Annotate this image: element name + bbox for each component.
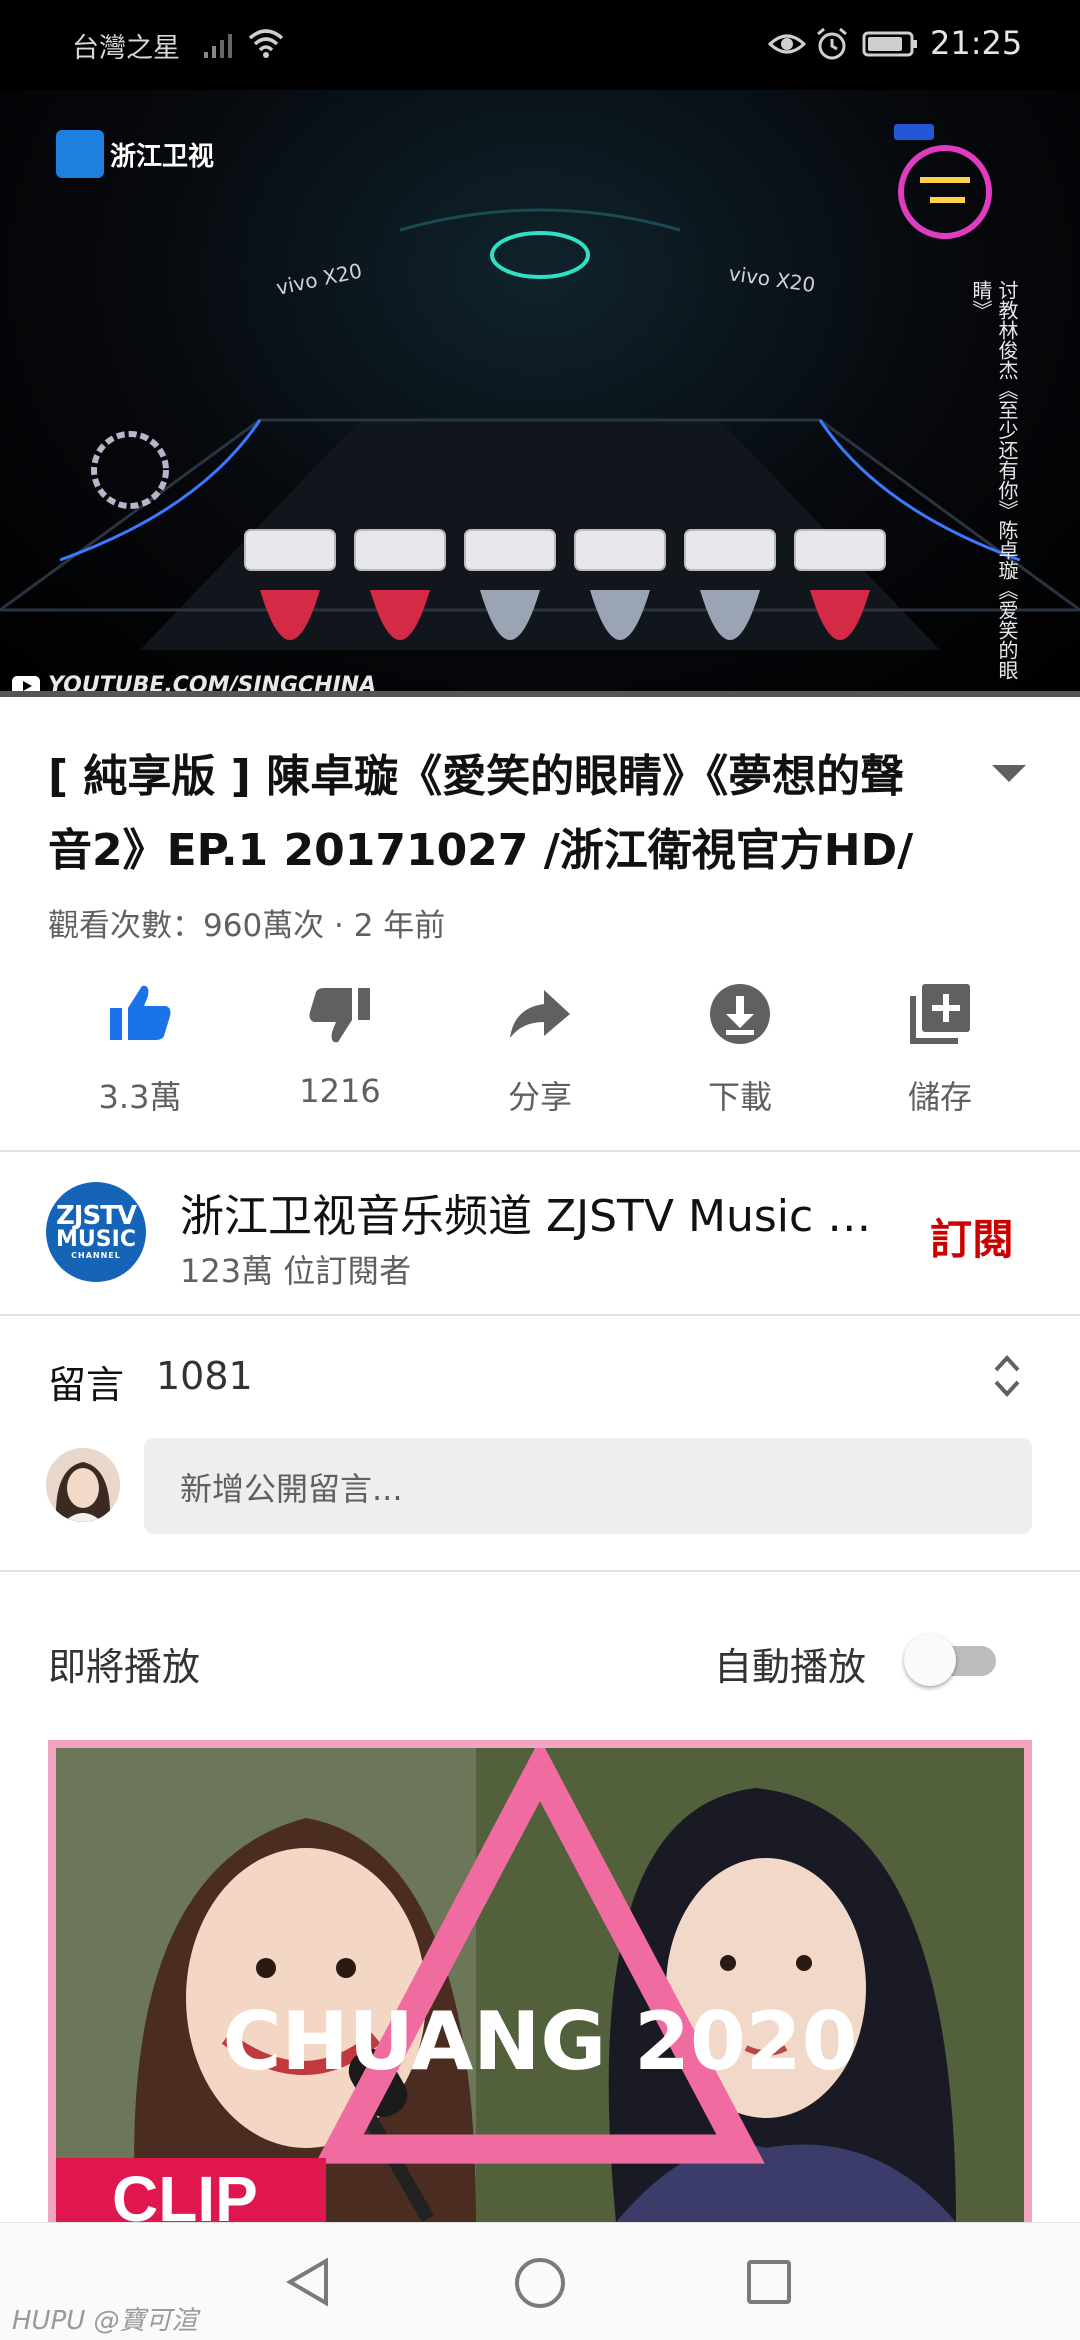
- divider: [0, 1150, 1080, 1152]
- save-playlist-icon: [910, 984, 970, 1044]
- comments-count: 1081: [156, 1354, 253, 1398]
- comment-input[interactable]: 新增公開留言...: [144, 1438, 1032, 1534]
- save-button[interactable]: 儲存: [840, 978, 1040, 1118]
- svg-text:vivo X20: vivo X20: [274, 258, 364, 300]
- network-logo-icon: [56, 130, 104, 178]
- subscriber-count: 123萬 位訂閱者: [180, 1252, 412, 1290]
- subscribe-button[interactable]: 訂閱: [930, 1206, 1014, 1267]
- like-icon: [110, 985, 171, 1040]
- wifi-icon: [248, 29, 284, 58]
- dislike-icon: [309, 988, 370, 1043]
- like-button[interactable]: 3.3萬: [40, 978, 240, 1118]
- toggle-knob: [904, 1634, 956, 1686]
- divider: [0, 1570, 1080, 1572]
- user-avatar[interactable]: [46, 1448, 120, 1522]
- thumbnail-image: CHUANG 2020 CLIP: [56, 1748, 1024, 2222]
- expand-comments-icon[interactable]: [990, 1352, 1024, 1400]
- alarm-icon: [817, 27, 847, 60]
- autoplay-label: 自動播放: [714, 1645, 867, 1689]
- eye-icon: [768, 34, 806, 54]
- battery-icon: [862, 31, 917, 57]
- svg-text:vivo X20: vivo X20: [727, 261, 816, 297]
- divider: [0, 1314, 1080, 1316]
- download-icon: [710, 984, 770, 1044]
- expand-description-icon[interactable]: [990, 762, 1028, 784]
- home-icon[interactable]: [512, 2255, 568, 2311]
- up-next-label: 即將播放: [48, 1645, 201, 1689]
- recent-apps-icon[interactable]: [744, 2257, 794, 2307]
- clock: 21:25: [930, 24, 1023, 62]
- back-icon[interactable]: [284, 2255, 334, 2309]
- svg-text:CHUANG 2020: CHUANG 2020: [223, 1995, 858, 2088]
- chuang-badge: CHUANG 2020: [223, 1748, 858, 2164]
- comments-label[interactable]: 留言: [48, 1354, 124, 1409]
- share-button[interactable]: 分享: [440, 978, 640, 1118]
- dislike-button[interactable]: 1216: [240, 978, 440, 1110]
- up-next-thumbnail[interactable]: CHUANG 2020 CLIP: [48, 1740, 1032, 2222]
- channel-avatar[interactable]: ZJSTV MUSIC CHANNEL: [46, 1182, 146, 1282]
- share-icon: [510, 990, 570, 1038]
- status-bar: 台灣之星 21:25: [0, 0, 1080, 90]
- video-caption: 讨教林俊杰《至少还有你》陈卓璇《爱笑的眼睛》: [969, 280, 1019, 680]
- clip-label: CLIP: [56, 2158, 326, 2222]
- video-title[interactable]: [ 純享版 ] 陳卓璇《愛笑的眼睛》《夢想的聲音2》EP.1 20171027 …: [48, 740, 928, 888]
- signal-icon: [204, 34, 232, 58]
- autoplay-toggle[interactable]: [900, 1632, 1000, 1688]
- download-button[interactable]: 下載: [640, 978, 840, 1118]
- network-logo: 浙江卫视: [56, 130, 214, 178]
- show-logo: [894, 124, 992, 239]
- carrier-name: 台灣之星: [72, 33, 180, 64]
- action-bar: 3.3萬 1216 分享 下載 儲存: [0, 978, 1080, 1118]
- video-meta: 觀看次數：960萬次 · 2 年前: [48, 908, 446, 944]
- user-avatar-image: [46, 1448, 120, 1522]
- channel-name[interactable]: 浙江卫视音乐频道 ZJSTV Music Channel: [180, 1180, 900, 1244]
- video-player[interactable]: vivo X20 vivo X20 浙江卫视 讨教林俊杰《至少还有你》陈卓璇《爱…: [0, 90, 1080, 697]
- watermark: HUPU @寶可渲: [12, 2306, 198, 2336]
- video-progress-bar[interactable]: [0, 691, 1080, 697]
